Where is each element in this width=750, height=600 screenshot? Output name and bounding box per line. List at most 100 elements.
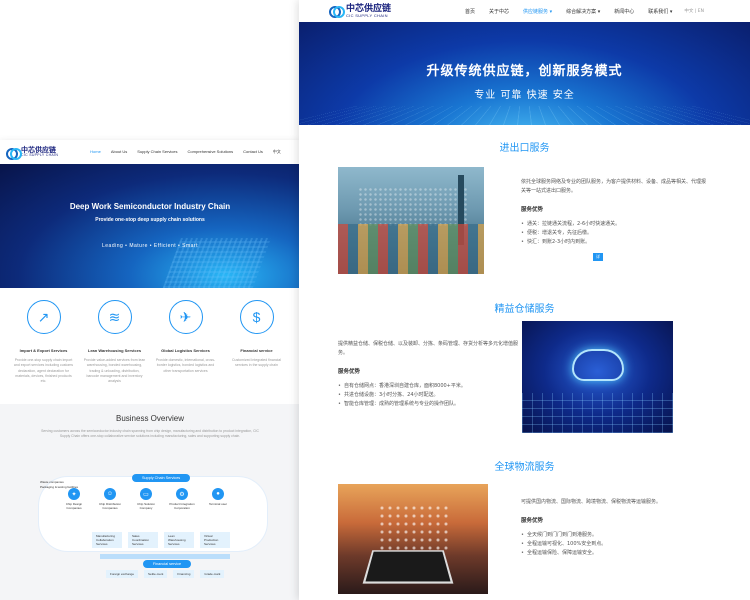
tablet-graphic: [362, 550, 454, 584]
service-title: Lean Warehousing Services: [87, 348, 142, 353]
en-navbar: 中芯供应链 CIC SUPPLY CHAIN Home About Us Sup…: [0, 140, 300, 164]
section-desc: 可提供国内物流、国际物流、跨境物流、保税物流等运输服务。: [521, 499, 662, 505]
section-desc: 依托全球服务网络及专业的团队服务，为客户提供材料、设备、成品等相关、代理报关等一…: [521, 179, 707, 194]
business-overview: Business Overview Serving customers acro…: [0, 404, 300, 600]
people-icon: ☺: [104, 488, 116, 500]
cn-nav-home[interactable]: 首页: [465, 8, 475, 15]
service-desc: Customized Integrated financial services…: [231, 358, 282, 368]
service-card-financial[interactable]: $ Financial service Customized Integrate…: [226, 300, 288, 404]
en-nav-home[interactable]: Home: [90, 149, 101, 155]
en-hero-subtitle: Provide one-stop deep supply chain solut…: [95, 217, 205, 223]
finance-item: Financing: [173, 570, 195, 578]
service-box: Manufacturing Collaboration Services: [92, 532, 122, 548]
en-nav-supply-chain[interactable]: Supply Chain Services: [137, 149, 177, 155]
advantages-title: 服务优势: [521, 518, 544, 524]
advantages-list: 通关：拉链通关流程，2-6小时快速通关。 便税：增退关专，先征后缴。 快汇：到账…: [521, 220, 707, 247]
cn-nav-contact[interactable]: 联系我们 ▾: [648, 8, 672, 15]
cn-navbar: 中芯供应链 CIC SUPPLY CHAIN 首页 关于中芯 供应链服务 ▾ 综…: [299, 0, 750, 22]
port-image: [338, 167, 484, 274]
section-desc: 提供精益仓储、保税仓储、以及装卸、分拣、条码管理、存货分析等多元化增值服务。: [338, 341, 519, 356]
gear-icon: ⚙: [176, 488, 188, 500]
section-title: 全球物流服务: [494, 462, 555, 473]
logo-name-en: CIC SUPPLY CHAIN: [346, 12, 388, 18]
overview-text: Serving customers across the semiconduct…: [41, 429, 259, 439]
service-desc: Provide one-stop supply chain import and…: [13, 358, 74, 383]
advantage-item: 智能仓库管理：成熟的管理系统与专业的操作团队。: [338, 400, 518, 409]
en-nav-about[interactable]: About Us: [111, 149, 127, 155]
monitor-icon: ▭: [140, 488, 152, 500]
node-chip-design: ✦ Chip Design Companies: [60, 488, 88, 510]
service-desc: Provide value-added services from lean w…: [83, 358, 146, 383]
advantages-title: 服务优势: [338, 369, 361, 375]
logistics-image: [338, 484, 488, 594]
finance-item: Foreign exchange: [106, 570, 139, 578]
advantages-list: 自有仓储网点：香港深圳自建仓库，面积8000+平米。 共进仓储设施：3小时分拣、…: [338, 382, 518, 409]
section-text: 可提供国内物流、国际物流、跨境物流、保税物流等运输服务。 服务优势 全天候门到门…: [521, 498, 707, 558]
en-logo[interactable]: 中芯供应链 CIC SUPPLY CHAIN: [6, 146, 59, 160]
overview-title: Business Overview: [115, 414, 185, 423]
en-nav-solutions[interactable]: Comprehensive Solutions: [188, 149, 234, 155]
section-title: 进出口服务: [499, 143, 550, 154]
cn-nav-about[interactable]: 关于中芯: [489, 8, 509, 15]
node-chip-solution: ▭ Chip Solution Company: [132, 488, 160, 510]
more-button[interactable]: 详: [593, 252, 603, 261]
advantage-item: 全程运输保险、保障运输安全。: [521, 549, 707, 558]
finance-items: Foreign exchange Settle-ment Financing G…: [106, 570, 225, 578]
language-switch[interactable]: 中文 | EN: [684, 8, 704, 14]
advantage-item: 共进仓储设施：3小时分拣、24小时配送。: [338, 391, 518, 400]
en-nav-lang[interactable]: 中文: [273, 149, 281, 155]
cn-nav-news[interactable]: 新闻中心: [614, 8, 634, 15]
cn-logo[interactable]: 中芯供应链 CIC SUPPLY CHAIN: [329, 4, 391, 18]
service-card-logistics[interactable]: ✈ Global Logistics Services Provide dome…: [155, 300, 217, 404]
finance-item: Grade-mark: [200, 570, 225, 578]
section-title: 精益仓储服务: [494, 304, 555, 315]
advantage-item: 全天候门到门门到门到港服务。: [521, 531, 707, 540]
cn-nav-supply-chain[interactable]: 供应链服务 ▾: [523, 8, 552, 15]
cn-nav-menu: 首页 关于中芯 供应链服务 ▾ 综合解决方案 ▾ 新闻中心 联系我们 ▾: [465, 8, 672, 15]
section-import-export: 进出口服务 依托全球服务网络及专业的团队服务，为客户提供材料、设备、成品等相关、…: [299, 125, 750, 300]
logo-icon: [329, 4, 345, 18]
en-hero-title: Deep Work Semiconductor Industry Chain: [69, 202, 231, 211]
cn-hero-banner: 升级传统供应链，创新服务模式 专业 可靠 快速 安全: [299, 22, 750, 125]
section-logistics: 全球物流服务 可提供国内物流、国际物流、跨境物流、保税物流等运输服务。 服务优势…: [299, 458, 750, 600]
chinese-site-page: 中芯供应链 CIC SUPPLY CHAIN 首页 关于中芯 供应链服务 ▾ 综…: [299, 0, 750, 600]
network-graphic: [378, 504, 448, 554]
cn-hero-title: 升级传统供应链，创新服务模式: [426, 64, 623, 79]
cloud-storage-image: [522, 321, 673, 433]
cn-nav-solutions[interactable]: 综合解决方案 ▾: [566, 8, 600, 15]
supply-chain-pill: Supply Chain Services: [132, 474, 191, 482]
service-card-import-export[interactable]: ↗ Import & Export Services Provide one-s…: [13, 300, 75, 404]
section-text: 依托全球服务网络及专业的团队服务，为客户提供材料、设备、成品等相关、代理报关等一…: [521, 178, 707, 262]
logo-icon: [6, 146, 22, 160]
service-card-warehousing[interactable]: ≋ Lean Warehousing Services Provide valu…: [84, 300, 146, 404]
advantage-item: 通关：拉链通关流程，2-6小时快速通关。: [521, 220, 707, 229]
cn-hero-subtitle: 专业 可靠 快速 安全: [474, 90, 575, 101]
dollar-icon: $: [239, 300, 274, 334]
en-hero-tags: Leading • Mature • Efficient • Smart: [102, 243, 198, 249]
database-icon: ≋: [97, 300, 132, 334]
user-icon: ●: [212, 488, 224, 500]
bulb-icon: ✦: [68, 488, 80, 500]
service-box: Sales Coordination Services: [128, 532, 158, 548]
containers-graphic: [338, 224, 484, 274]
financial-service-pill: Financial service: [142, 560, 192, 568]
node-product-integration: ⚙ Product Integration Corporation: [168, 488, 196, 510]
advantages-title: 服务优势: [521, 207, 544, 213]
section-text: 提供精益仓储、保税仓储、以及装卸、分拣、条码管理、存货分析等多元化增值服务。 服…: [338, 340, 518, 409]
cloud-icon: [572, 349, 624, 381]
service-title: Global Logistics Services: [161, 348, 210, 353]
export-arrow-icon: ↗: [26, 300, 61, 334]
advantage-item: 便税：增退关专，先征后缴。: [521, 229, 707, 238]
logo-name-en: CIC SUPPLY CHAIN: [21, 152, 59, 157]
service-box: Lean Warehousing Services: [164, 532, 194, 548]
world-map-overlay: [358, 187, 468, 227]
airplane-icon: ✈: [168, 300, 203, 334]
overview-nodes: ✦ Chip Design Companies ☺ Chip Distributio…: [60, 488, 232, 510]
service-title: Import & Export Services: [19, 348, 68, 353]
grid-graphic: [522, 393, 673, 433]
en-services-row: ↗ Import & Export Services Provide one-s…: [0, 288, 300, 404]
en-nav-menu: Home About Us Supply Chain Services Comp…: [90, 149, 281, 155]
section-warehousing: 精益仓储服务 提供精益仓储、保税仓储、以及装卸、分拣、条码管理、存货分析等多元化…: [299, 300, 750, 458]
en-nav-contact[interactable]: Contact Us: [243, 149, 263, 155]
service-title: Financial service: [240, 348, 273, 353]
